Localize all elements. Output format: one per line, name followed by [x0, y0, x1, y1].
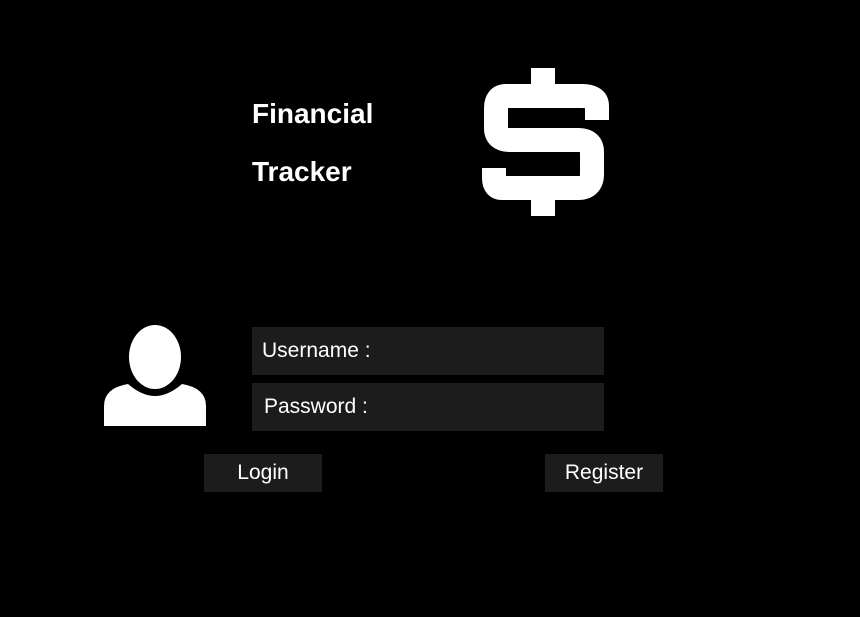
login-button[interactable]: Login: [204, 454, 322, 492]
app-title-line-1: Financial: [252, 98, 374, 129]
password-field[interactable]: Password :: [252, 383, 604, 431]
app-title-line-2: Tracker: [252, 156, 352, 187]
user-silhouette-icon: [104, 325, 206, 426]
register-button[interactable]: Register: [545, 454, 663, 492]
username-field[interactable]: Username :: [252, 327, 604, 375]
username-label: Username :: [262, 339, 371, 362]
dollar-sign-icon: [482, 68, 609, 216]
password-label: Password :: [264, 395, 368, 418]
